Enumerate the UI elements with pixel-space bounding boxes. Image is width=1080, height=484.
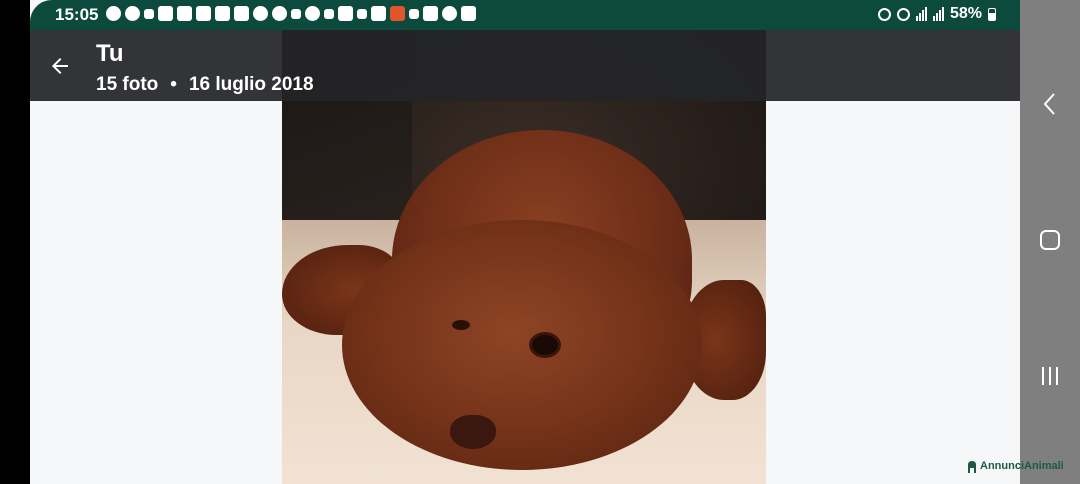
- signal-icon: [915, 7, 927, 21]
- signal-icon: [932, 7, 944, 21]
- youtube-icon: [234, 6, 249, 21]
- battery-icon: [988, 7, 996, 21]
- recents-nav-icon: [1042, 367, 1058, 385]
- dog-eye-right: [532, 335, 558, 355]
- home-nav-button[interactable]: [1038, 228, 1062, 252]
- wifi-icon: [896, 7, 910, 21]
- app-bar: Tu 15 foto • 16 luglio 2018: [30, 30, 1020, 101]
- device-bezel: [0, 0, 30, 484]
- news-icon: [158, 6, 173, 21]
- watermark: AnnunciAnimali: [966, 459, 1064, 473]
- walking-icon: [144, 9, 154, 19]
- screen: 15:05 58% Tu 15 foto • 16 luglio 2018: [30, 0, 1020, 484]
- status-bar: 15:05 58%: [30, 0, 1020, 30]
- instagram-icon: [338, 6, 353, 21]
- youtube-icon: [177, 6, 192, 21]
- youtube-icon: [215, 6, 230, 21]
- gallery-icon: [461, 6, 476, 21]
- status-right: 58%: [877, 5, 996, 23]
- settings-icon: [442, 6, 457, 21]
- chevron-left-icon: [1043, 93, 1055, 115]
- back-button[interactable]: [44, 50, 76, 82]
- alarm-icon: [877, 7, 891, 21]
- facebook-icon: [125, 6, 140, 21]
- mail-icon: [423, 6, 438, 21]
- navigation-bar: [1020, 0, 1080, 484]
- back-nav-button[interactable]: [1038, 92, 1062, 116]
- wave-icon: [357, 9, 367, 19]
- activity-icon: [324, 9, 334, 19]
- instagram-icon: [371, 6, 386, 21]
- shopping-icon: [390, 6, 405, 21]
- album-date: 16 luglio 2018: [188, 74, 314, 95]
- facebook-icon: [106, 6, 121, 21]
- subtitle-separator: •: [170, 74, 177, 95]
- animal-logo-icon: [968, 461, 976, 473]
- album-title: Tu: [96, 40, 124, 67]
- chat-icon: [272, 6, 287, 21]
- notification-icons: [106, 6, 476, 21]
- status-time: 15:05: [55, 5, 99, 24]
- home-nav-icon: [1040, 230, 1060, 250]
- fitness-icon: [305, 6, 320, 21]
- dog-head: [342, 220, 702, 470]
- photo-count: 15 foto: [96, 74, 159, 95]
- walking-icon: [409, 9, 419, 19]
- dog-nose: [450, 415, 496, 449]
- arrow-left-icon: [52, 58, 68, 74]
- album-subtitle: 15 foto • 16 luglio 2018: [96, 74, 314, 96]
- recents-nav-button[interactable]: [1038, 364, 1062, 388]
- battery-percent: 58%: [949, 5, 982, 22]
- dog-eye-left: [452, 320, 470, 330]
- youtube-icon: [196, 6, 211, 21]
- activity-icon: [291, 9, 301, 19]
- pinterest-icon: [253, 6, 268, 21]
- watermark-text: AnnunciAnimali: [980, 460, 1064, 472]
